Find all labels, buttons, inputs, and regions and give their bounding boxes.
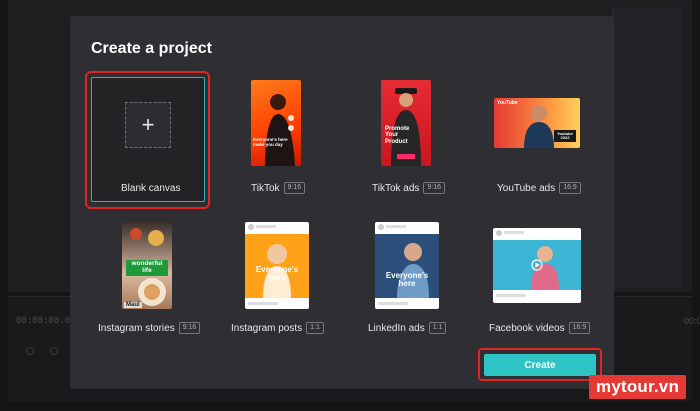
create-project-dialog: Create a project + Blank canvas Everyone… bbox=[70, 16, 614, 389]
linkedin-ads-thumb-art bbox=[375, 224, 439, 305]
template-linkedin-ads-label: LinkedIn ads 1:1 bbox=[368, 322, 447, 334]
template-instagram-stories-thumbnail[interactable]: wonderful life Maul bbox=[122, 222, 172, 309]
tiktok-ads-thumb-text: Promote Your Product bbox=[385, 126, 410, 145]
template-instagram-posts-label: Instagram posts 1:1 bbox=[231, 322, 324, 334]
editor-side-panel bbox=[612, 8, 682, 288]
timeline-timecode: 00:00:00.00 bbox=[16, 316, 76, 326]
youtube-thumb-brand: YouTube bbox=[497, 100, 518, 106]
dialog-title: Create a project bbox=[91, 40, 212, 57]
instagram-stories-thumb-text: wonderful life bbox=[126, 260, 168, 276]
template-blank-canvas[interactable]: + Blank canvas bbox=[91, 77, 205, 202]
template-linkedin-ads-thumbnail[interactable]: Everyone's here bbox=[375, 222, 439, 309]
tiktok-thumb-text: Everyone's here make you day bbox=[253, 137, 288, 147]
linkedin-ads-thumb-text: Everyone's here bbox=[385, 271, 429, 289]
timeline-timecode-right: 00:0 bbox=[684, 316, 700, 326]
template-facebook-videos-label: Facebook videos 16:9 bbox=[489, 322, 591, 334]
watermark-logo: mytour.vn bbox=[589, 375, 687, 399]
template-instagram-posts-thumbnail[interactable]: Everyone's here bbox=[245, 222, 309, 309]
plus-icon: + bbox=[125, 102, 171, 148]
tiktok-thumb-art bbox=[265, 94, 295, 166]
template-youtube-ads-thumbnail[interactable]: YouTube Youtube 2022 bbox=[494, 98, 580, 148]
template-tiktok-label: TikTok 9:16 bbox=[251, 182, 306, 194]
instagram-posts-thumb-text: Everyone's here bbox=[255, 265, 299, 283]
template-instagram-stories-label: Instagram stories 9:16 bbox=[98, 322, 201, 334]
youtube-ads-thumb-text: Youtube 2022 bbox=[557, 131, 573, 141]
template-label: Blank canvas bbox=[121, 183, 181, 194]
tiktok-ads-thumb-art bbox=[391, 88, 421, 166]
template-tiktok-ads-thumbnail[interactable]: Promote Your Product bbox=[381, 80, 431, 166]
facebook-videos-thumb-art bbox=[493, 230, 581, 297]
template-tiktok-ads-label: TikTok ads 9:16 bbox=[372, 182, 446, 194]
instagram-stories-thumb-tag: Maul bbox=[124, 302, 142, 309]
template-facebook-videos-thumbnail[interactable] bbox=[493, 228, 581, 303]
template-youtube-ads-label: YouTube ads 16:9 bbox=[497, 182, 581, 194]
timeline-control-icon bbox=[26, 347, 34, 355]
template-tiktok-thumbnail[interactable]: Everyone's here make you day bbox=[251, 80, 301, 166]
create-button[interactable]: Create bbox=[484, 354, 596, 376]
timeline-control-icon bbox=[50, 347, 58, 355]
